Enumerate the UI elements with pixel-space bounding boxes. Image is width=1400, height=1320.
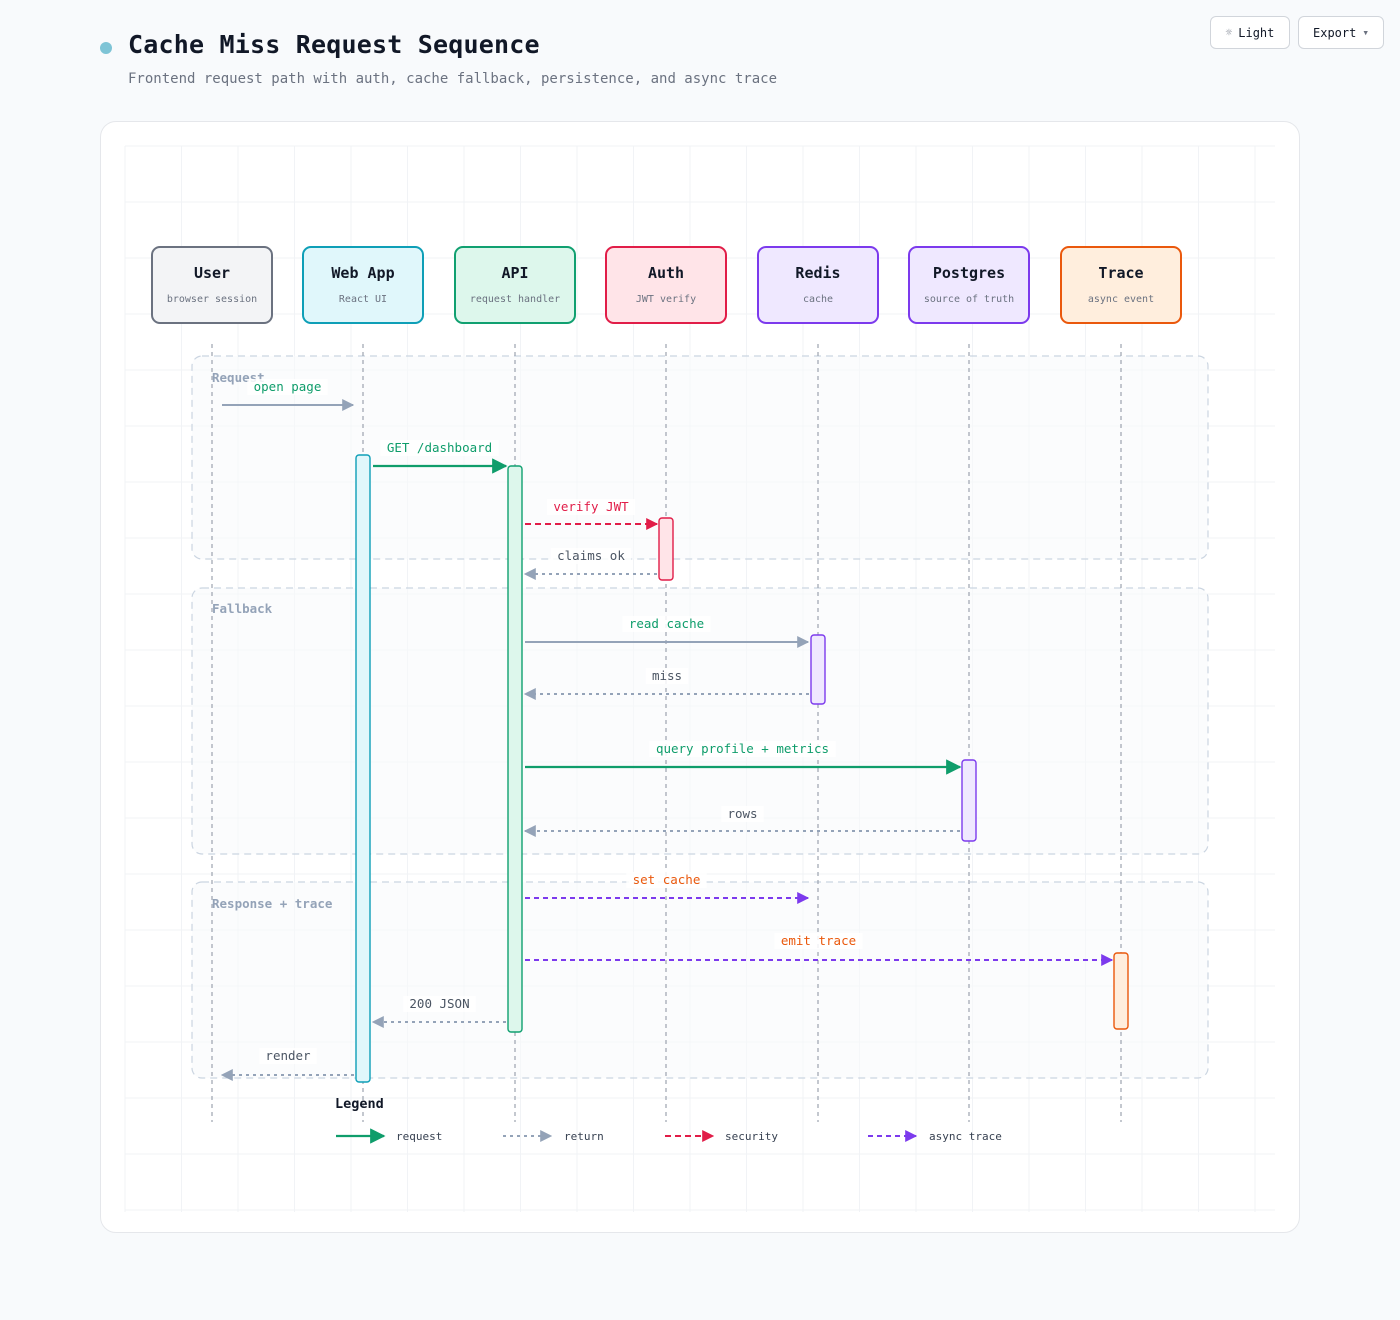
message-label: verify JWT [553,499,629,514]
participant-name: Auth [648,264,684,282]
participant-name: Redis [795,264,840,282]
participant-name: Postgres [933,264,1005,282]
participant-subtitle: browser session [167,294,257,305]
participant-pg[interactable]: Postgres source of truth [908,246,1030,324]
message-label: set cache [633,872,701,887]
activation-bar-api [507,465,523,1033]
participant-subtitle: JWT verify [636,294,696,305]
message-label: GET /dashboard [387,440,492,455]
sequence-diagram: RequestFallbackResponse + traceUserbrows… [124,145,1275,1212]
participant-api[interactable]: API request handler [454,246,576,324]
activation-bar-pg [961,759,977,842]
message-label: 200 JSON [409,996,469,1011]
activation-bar-trace [1113,952,1129,1030]
participant-auth[interactable]: Auth JWT verify [605,246,727,324]
legend-label: security [725,1130,778,1143]
participant-name: User [194,264,230,282]
legend-item-async: async trace [868,1130,1002,1143]
legend-item-security: security [665,1130,778,1143]
message-label: read cache [629,616,704,631]
participant-subtitle: React UI [339,294,387,305]
group-label: Response + trace [212,896,333,911]
participant-trace[interactable]: Trace async event [1060,246,1182,324]
participant-user[interactable]: User browser session [151,246,273,324]
participant-name: Web App [331,264,394,282]
participant-web[interactable]: Web App React UI [302,246,424,324]
participant-subtitle: source of truth [924,294,1014,305]
participant-subtitle: async event [1088,294,1154,305]
message-label: rows [727,806,757,821]
message-label: miss [652,668,682,683]
legend-label: return [564,1130,604,1143]
participant-redis[interactable]: Redis cache [757,246,879,324]
message-label: render [265,1048,311,1063]
legend-label: request [396,1130,442,1143]
message-label: emit trace [781,933,856,948]
participant-name: Trace [1098,264,1143,282]
message-label: open page [254,379,322,394]
legend-label: async trace [929,1130,1002,1143]
message-label: claims ok [557,548,625,563]
group-label: Fallback [212,601,273,616]
activation-bar-redis [810,634,826,705]
participant-subtitle: request handler [470,294,560,305]
legend-item-return: return [503,1130,604,1143]
activation-bar-web [355,454,371,1083]
message-label: query profile + metrics [656,741,829,756]
participant-subtitle: cache [803,294,833,305]
group-frame-2 [191,881,1209,1079]
legend-item-request: request [336,1128,442,1144]
activation-bar-auth [658,517,674,581]
group-frame-0 [191,355,1209,560]
legend-title: Legend [335,1096,384,1112]
legend: Legend request return security async trace [335,1096,1002,1144]
participant-name: API [501,264,528,282]
